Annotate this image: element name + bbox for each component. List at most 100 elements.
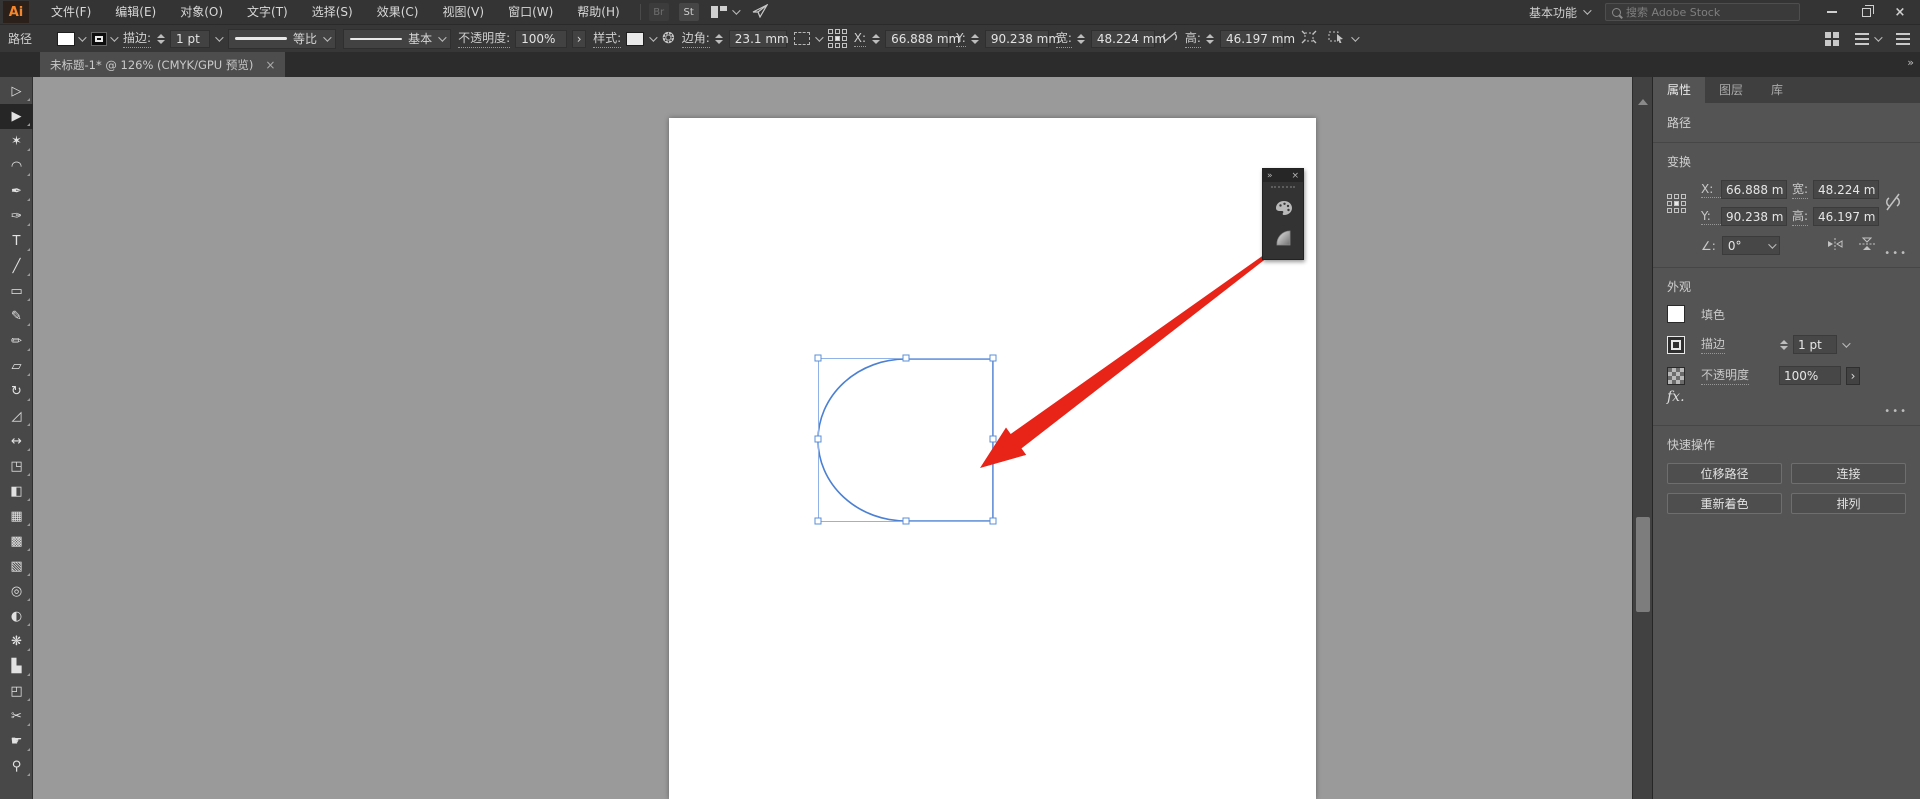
opacity-field[interactable]: 100% [1779,366,1841,385]
selected-shape-path[interactable] [817,358,994,522]
stroke-weight-label[interactable]: 描边: [123,29,152,48]
width-field[interactable]: 48.224 m [1813,180,1879,199]
stock-icon[interactable]: St [678,3,699,21]
minimize-button[interactable] [1822,3,1842,21]
width-field[interactable]: 48.224 mm [1090,29,1166,48]
floating-panel-close-icon[interactable]: × [1291,171,1299,181]
chevron-down-icon[interactable] [649,32,658,42]
opacity-label[interactable]: 不透明度: [458,29,511,48]
color-panel-icon[interactable] [1263,193,1305,223]
width-stepper[interactable] [1077,33,1086,44]
menu-list-icon[interactable] [1896,33,1910,45]
free-transform-tool[interactable]: ◳ [0,454,33,479]
height-field[interactable]: 46.197 m [1813,207,1879,226]
menu-window[interactable]: 窗口(W) [496,0,565,24]
x-label[interactable]: X: [1701,182,1721,198]
arrange-button[interactable]: 排列 [1791,493,1906,514]
opacity-label[interactable]: 不透明度 [1701,366,1750,385]
isolate-selection-icon[interactable] [1328,30,1346,47]
eyedropper-tool[interactable]: ◎ [0,579,33,604]
constrain-proportions-icon[interactable] [1884,191,1902,216]
panel-list-icon[interactable] [1855,33,1869,45]
reference-point-locator[interactable] [827,29,847,48]
menu-type[interactable]: 文字(T) [235,0,300,24]
line-segment-tool[interactable]: ╱ [0,254,33,279]
scroll-up-icon[interactable] [1638,99,1648,105]
rectangle-tool[interactable]: ▭ [0,279,33,304]
y-label[interactable]: Y: [1701,209,1721,225]
workspace-switcher[interactable]: 基本功能 [1529,4,1592,21]
chevron-down-icon[interactable] [215,32,224,42]
offset-path-button[interactable]: 位移路径 [1667,463,1782,484]
zoom-tool[interactable]: ⚲ [0,754,33,779]
hand-tool[interactable]: ☛ [0,729,33,754]
menu-effect[interactable]: 效果(C) [365,0,431,24]
y-field[interactable]: 90.238 mm [984,29,1060,48]
effects-button[interactable]: fx. [1667,389,1906,405]
shape-builder-tool[interactable]: ◧ [0,479,33,504]
arrange-documents-button[interactable] [710,6,741,18]
width-label[interactable]: 宽: [1055,29,1072,48]
fill-color-control[interactable] [57,31,87,46]
x-label[interactable]: X: [853,31,867,47]
corner-stepper[interactable] [715,33,724,44]
stroke-label[interactable]: 描边 [1701,335,1726,354]
more-options-icon[interactable]: ••• [1884,248,1908,259]
corner-field[interactable]: 23.1 mm [728,29,789,48]
width-label[interactable]: 宽: [1791,180,1809,199]
stroke-color-control[interactable] [91,31,119,46]
menu-file[interactable]: 文件(F) [39,0,103,24]
flip-vertical-icon[interactable] [1858,237,1876,254]
style-swatch[interactable] [626,31,645,46]
direct-selection-tool[interactable]: ▶ [0,104,33,129]
lasso-tool[interactable]: ◠ [0,154,33,179]
rotate-select[interactable]: 0° [1721,236,1780,255]
recolor-artwork-icon[interactable]: ❂ [662,31,675,46]
corner-label[interactable]: 边角: [681,29,710,48]
canvas[interactable]: » × [33,77,1632,799]
opacity-expand-button[interactable]: › [572,29,587,48]
fill-label[interactable]: 填色 [1701,306,1779,323]
x-field[interactable]: 66.888 m [1721,180,1787,199]
column-graph-tool[interactable]: ▙ [0,654,33,679]
chevron-down-icon[interactable] [1351,32,1360,42]
more-options-icon[interactable]: ••• [1884,406,1908,417]
constrain-proportions-icon[interactable] [1162,30,1178,47]
height-field[interactable]: 46.197 mm [1219,29,1295,48]
chevron-down-icon[interactable] [814,32,824,42]
tab-layers[interactable]: 图层 [1705,77,1757,103]
opacity-icon[interactable] [1667,366,1685,385]
stroke-weight-stepper[interactable] [156,33,165,44]
flip-horizontal-icon[interactable] [1826,237,1844,254]
menu-select[interactable]: 选择(S) [300,0,365,24]
gradient-tool[interactable]: ▧ [0,554,33,579]
height-label[interactable]: 高: [1184,29,1201,48]
x-stepper[interactable] [871,33,880,44]
stroke-weight-stepper[interactable] [1779,339,1788,350]
blend-tool[interactable]: ◐ [0,604,33,629]
restore-button[interactable] [1856,3,1876,21]
recolor-button[interactable]: 重新着色 [1667,493,1782,514]
slice-tool[interactable]: ✂ [0,704,33,729]
tab-properties[interactable]: 属性 [1653,77,1706,103]
y-stepper[interactable] [971,33,980,44]
mesh-tool[interactable]: ▩ [0,529,33,554]
stroke-swatch[interactable] [1667,335,1685,354]
height-label[interactable]: 高: [1791,207,1809,226]
dock-grid-icon[interactable] [1825,32,1839,46]
type-tool[interactable]: T [0,229,33,254]
eraser-tool[interactable]: ▱ [0,354,33,379]
artboard-tool[interactable]: ◰ [0,679,33,704]
gradient-panel-icon[interactable] [1263,223,1305,253]
menu-view[interactable]: 视图(V) [430,0,496,24]
tab-close-icon[interactable]: × [265,58,275,72]
stroke-weight-field[interactable]: 1 pt [170,29,211,48]
floating-panel-expand-icon[interactable]: » [1267,171,1272,181]
document-tab[interactable]: 未标题-1* @ 126% (CMYK/GPU 预览) × [40,52,286,77]
style-label[interactable]: 样式: [593,29,622,48]
select-similar-icon[interactable] [793,32,810,45]
share-icon[interactable] [752,3,769,21]
symbol-sprayer-tool[interactable]: ❋ [0,629,33,654]
scale-tool[interactable]: ◿ [0,404,33,429]
floating-panel-grip[interactable] [1271,186,1295,191]
